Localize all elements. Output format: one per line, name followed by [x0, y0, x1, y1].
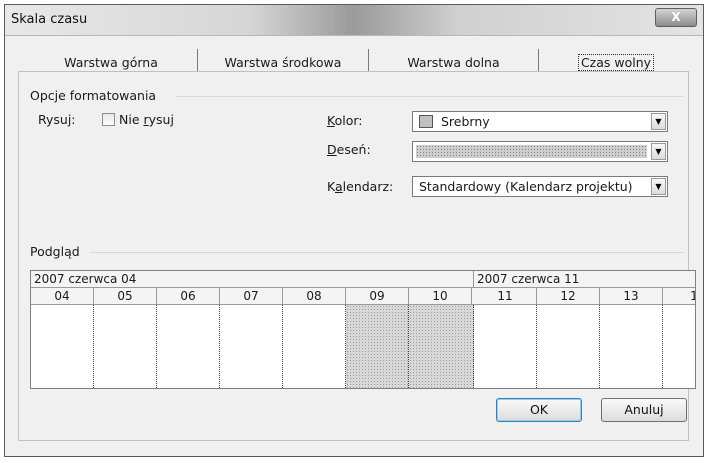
calendar-value: Standardowy (Kalendarz projektu): [419, 179, 633, 194]
calendar-dropdown[interactable]: Standardowy (Kalendarz projektu) ▼: [412, 176, 668, 197]
pattern-dropdown[interactable]: ▼: [412, 141, 668, 162]
draw-label: Rysuj:: [38, 112, 76, 127]
day-header: 06: [157, 288, 220, 304]
group-divider: [176, 96, 684, 97]
window-title: Skala czasu: [11, 12, 88, 27]
nonworking-day-column: [346, 305, 409, 388]
week-tier: 2007 czerwca 04 2007 czerwca 11: [31, 271, 695, 288]
group-divider: [90, 252, 684, 253]
day-column: [283, 305, 346, 388]
color-dropdown[interactable]: Srebrny ▼: [412, 111, 668, 132]
chevron-down-icon[interactable]: ▼: [651, 143, 666, 160]
day-header: 09: [346, 288, 409, 304]
close-icon: X: [671, 10, 681, 24]
day-column: [220, 305, 283, 388]
tab-label: Czas wolny: [577, 54, 655, 71]
close-button[interactable]: X: [655, 8, 697, 27]
ok-button[interactable]: OK: [496, 398, 582, 422]
tab-label: Warstwa górna: [64, 55, 158, 70]
color-swatch: [419, 115, 433, 128]
day-header: 08: [283, 288, 346, 304]
chevron-down-icon[interactable]: ▼: [651, 113, 666, 130]
day-column: [600, 305, 663, 388]
day-column: [474, 305, 537, 388]
preview-group-label: Podgląd: [30, 244, 80, 259]
day-header: 07: [220, 288, 283, 304]
day-column: [157, 305, 220, 388]
formatting-group-label: Opcje formatowania: [30, 88, 157, 103]
nonworking-day-column: [409, 305, 474, 388]
day-header: 13: [600, 288, 663, 304]
day-column: [94, 305, 157, 388]
no-draw-label: Nie rysuj: [119, 112, 174, 127]
calendar-label: Kalendarz:: [327, 179, 394, 194]
tab-label: Warstwa środkowa: [224, 55, 342, 70]
day-column: [537, 305, 600, 388]
day-column: [663, 305, 695, 388]
day-header: 05: [94, 288, 157, 304]
pattern-label: Deseń:: [327, 142, 371, 157]
day-header: 04: [31, 288, 94, 304]
chevron-down-icon[interactable]: ▼: [651, 178, 666, 195]
day-header: 12: [537, 288, 600, 304]
title-bar[interactable]: Skala czasu X: [5, 5, 703, 36]
tab-label: Warstwa dolna: [407, 55, 500, 70]
color-label: Kolor:: [327, 113, 363, 128]
pattern-preview: [416, 145, 647, 158]
day-tier: 04 05 06 07 08 09 10 11 12 13 1: [31, 288, 695, 305]
day-header: 11: [474, 288, 537, 304]
day-header: 10: [409, 288, 472, 304]
day-header: 1: [663, 288, 695, 304]
week-cell: 2007 czerwca 11: [477, 272, 580, 286]
week-cell: 2007 czerwca 04: [31, 271, 474, 287]
cancel-button[interactable]: Anuluj: [601, 398, 687, 422]
color-value: Srebrny: [441, 114, 490, 129]
no-draw-checkbox[interactable]: [102, 113, 115, 126]
day-column: [31, 305, 94, 388]
timescale-preview: 2007 czerwca 04 2007 czerwca 11 04 05 06…: [30, 270, 696, 389]
